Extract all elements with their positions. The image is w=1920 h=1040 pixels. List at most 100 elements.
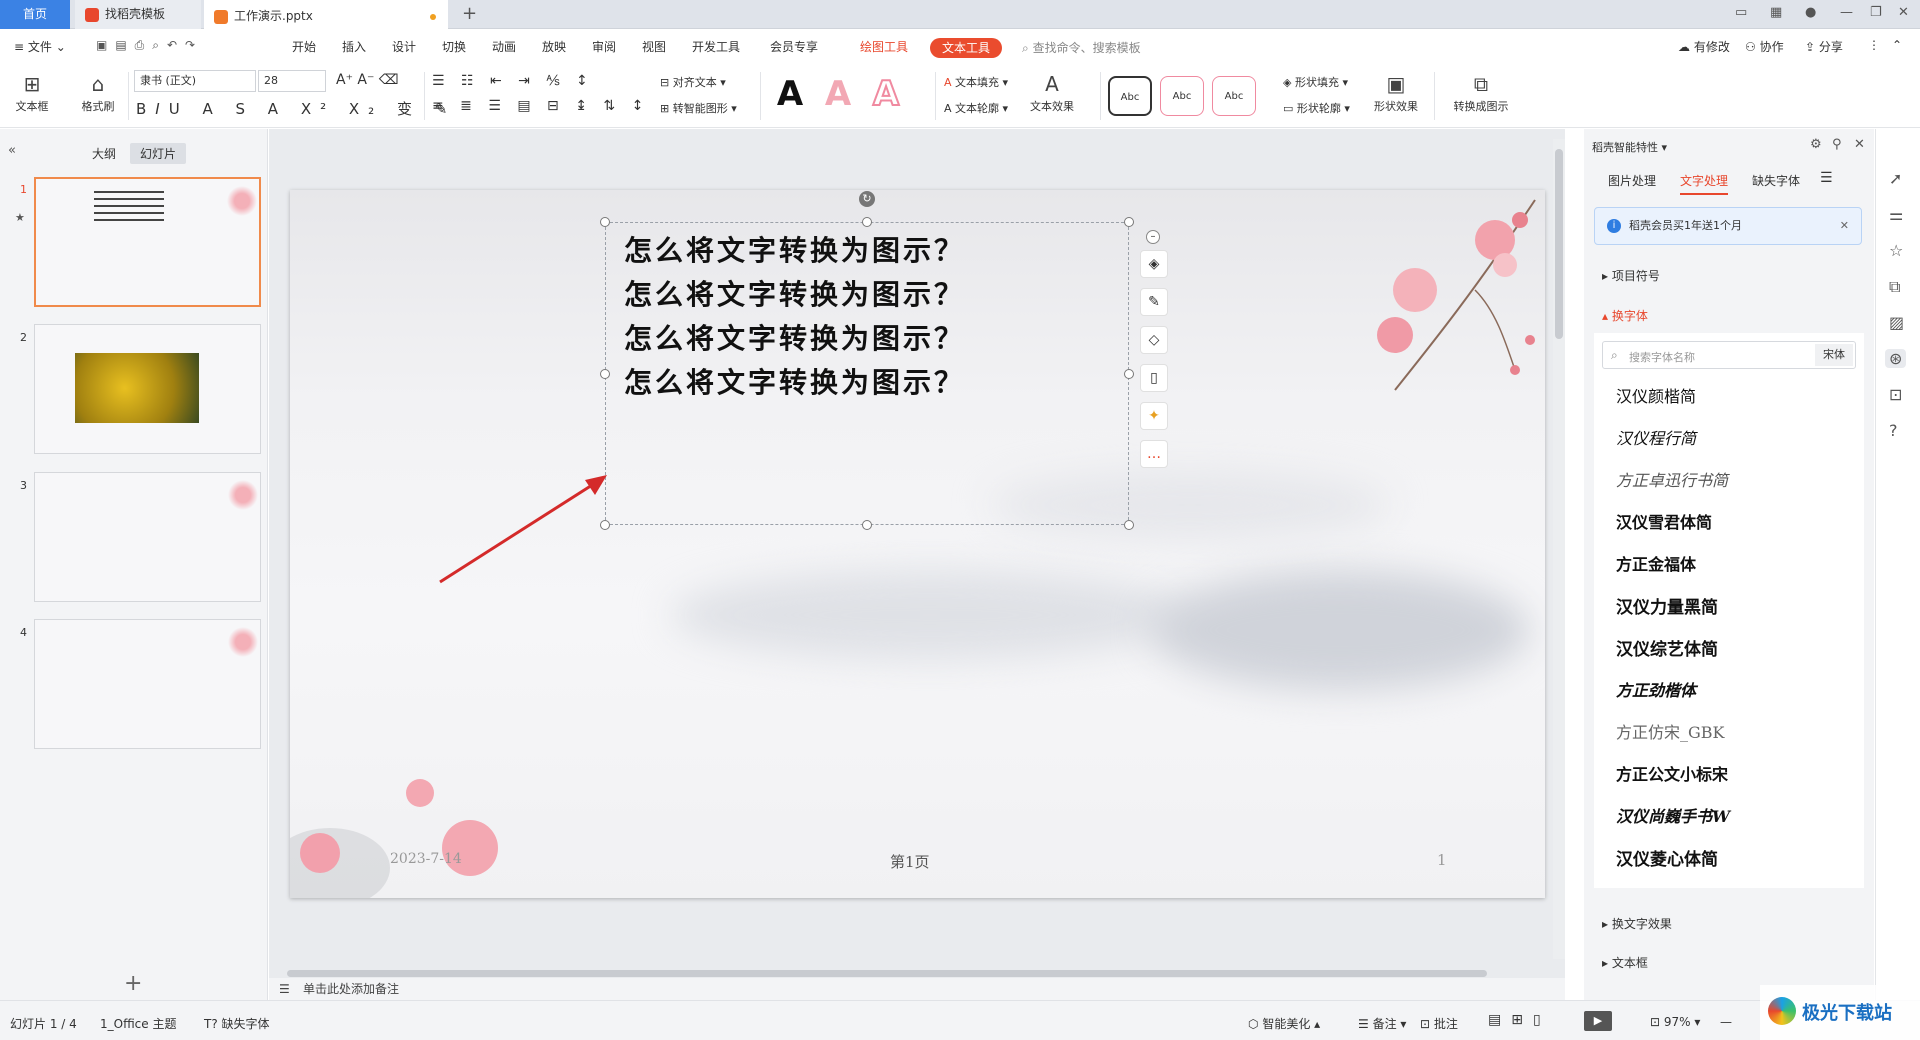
resize-handle[interactable] [600, 217, 610, 227]
font-name-select[interactable]: 隶书 (正文) [134, 70, 256, 92]
slide-thumbnail-2[interactable] [34, 324, 261, 454]
font-item[interactable]: 方正公文小标宋 [1616, 761, 1728, 785]
more-options-icon[interactable]: … [1140, 440, 1168, 468]
help-icon[interactable]: ? [1889, 421, 1898, 440]
menu-text-tools[interactable]: 文本工具 [930, 38, 1002, 58]
font-item[interactable]: 汉仪尚巍手书W [1616, 803, 1730, 827]
book-icon[interactable]: ⊡ [1889, 385, 1902, 404]
resize-handle[interactable] [600, 369, 610, 379]
comments-button[interactable]: ⊡ 批注 [1420, 1015, 1458, 1032]
tab-template[interactable]: 找稻壳模板 [75, 0, 201, 29]
collapse-pane-icon[interactable]: « [8, 143, 16, 158]
member-banner[interactable]: i 稻壳会员买1年送1个月 ✕ [1594, 207, 1862, 245]
missing-font-button[interactable]: T? 缺失字体 [204, 1015, 270, 1032]
minimize-icon[interactable]: — [1840, 5, 1853, 20]
shape-fill-button[interactable]: ◈ 形状填充 ▾ [1283, 74, 1348, 90]
slide-text-line[interactable]: 怎么将文字转换为图示？ [624, 273, 965, 313]
quick-access-icons[interactable]: ▣▤⎙⌕↶↷ [96, 38, 203, 53]
font-item[interactable]: 方正仿宋_GBK [1616, 719, 1725, 743]
theme-name[interactable]: 1_Office 主题 [100, 1015, 176, 1032]
pen-icon[interactable]: ✎ [1140, 288, 1168, 316]
close-banner-icon[interactable]: ✕ [1840, 208, 1849, 244]
menu-review[interactable]: 审阅 [592, 38, 616, 55]
smart-beautify-button[interactable]: ⬡ 智能美化 ▴ [1248, 1015, 1320, 1032]
command-search[interactable]: ⌕ 查找命令、搜索模板 [1022, 39, 1141, 56]
format-painter-button[interactable]: ⌂ 格式刷 [76, 70, 120, 114]
rotate-icon[interactable]: ↻ [859, 191, 875, 207]
font-search-tag[interactable]: 宋体 [1815, 344, 1853, 366]
menu-design[interactable]: 设计 [392, 38, 416, 55]
font-item[interactable]: 方正劲楷体 [1616, 677, 1696, 701]
share-button[interactable]: ⇪ 分享 [1805, 38, 1843, 55]
menu-file[interactable]: ≡ 文件 ⌄ [14, 38, 66, 55]
shape-style-1[interactable]: Abc [1108, 76, 1152, 116]
zoom-control[interactable]: ⊡ 97% ▾ [1650, 1015, 1700, 1029]
avatar[interactable]: ● [1805, 5, 1816, 20]
resize-handle[interactable] [862, 520, 872, 530]
pin-icon[interactable]: ⚲ [1832, 137, 1842, 152]
text-fill-button[interactable]: A 文本填充 ▾ [944, 74, 1008, 90]
layers-icon[interactable]: ◈ [1140, 250, 1168, 278]
settings-icon[interactable]: ⚙ [1810, 137, 1822, 152]
font-style-icons[interactable]: BIU A S A X² X₂ 变 ✎ [136, 98, 456, 119]
tab-file[interactable]: 工作演示.pptx [204, 0, 448, 29]
menu-icon[interactable]: ☰ [1820, 170, 1833, 186]
resize-handle[interactable] [1124, 520, 1134, 530]
copy-icon[interactable]: ⧉ [1889, 277, 1900, 297]
view-mode-icons[interactable]: ▤⊞▯ [1488, 1012, 1551, 1028]
text-box-selection[interactable]: 怎么将文字转换为图示？ 怎么将文字转换为图示？ 怎么将文字转换为图示？ 怎么将文… [605, 222, 1129, 525]
menu-developer[interactable]: 开发工具 [692, 38, 740, 55]
text-effect-button[interactable]: A 文本效果 [1030, 70, 1074, 114]
resize-handle[interactable] [862, 217, 872, 227]
font-search-input[interactable]: ⌕ 搜索字体名称 宋体 [1602, 341, 1856, 369]
align-text-button[interactable]: ⊟ 对齐文本 ▾ [660, 74, 726, 90]
section-change-font[interactable]: ▴ 换字体 [1602, 307, 1648, 324]
slide-canvas[interactable]: 怎么将文字转换为图示？ 怎么将文字转换为图示？ 怎么将文字转换为图示？ 怎么将文… [290, 190, 1545, 898]
slide-thumbnail-3[interactable] [34, 472, 261, 602]
list-icons[interactable]: ☰ ☷ ⇤ ⇥ ⅍ ↕ [432, 72, 594, 89]
shape-style-2[interactable]: Abc [1160, 76, 1204, 116]
menu-view[interactable]: 视图 [642, 38, 666, 55]
font-grow-icon[interactable]: A⁺ A⁻ ⌫ [336, 72, 399, 88]
font-size-select[interactable]: 28 [258, 70, 326, 92]
font-item[interactable]: 汉仪颜楷简 [1616, 383, 1696, 407]
smart-feature-icon[interactable]: ⊛ [1885, 349, 1907, 368]
textbox-button[interactable]: ⊞ 文本框 [10, 70, 54, 114]
grid-icon[interactable]: ▦ [1770, 5, 1782, 20]
font-item[interactable]: 汉仪力量黑简 [1616, 593, 1718, 618]
star-outline-icon[interactable]: ☆ [1889, 241, 1903, 260]
horizontal-scrollbar[interactable] [279, 968, 1529, 978]
wordart-style-outline[interactable]: A [864, 72, 908, 116]
font-item[interactable]: 汉仪程行简 [1616, 425, 1696, 449]
resize-handle[interactable] [1124, 369, 1134, 379]
tab-text-processing[interactable]: 文字处理 [1680, 172, 1729, 195]
notes-bar[interactable]: ☰ 单击此处添加备注 [269, 978, 1565, 1000]
slide-text-line[interactable]: 怎么将文字转换为图示？ [624, 229, 965, 269]
rocket-icon[interactable]: ➚ [1889, 169, 1902, 188]
resize-handle[interactable] [1124, 217, 1134, 227]
slide-text-line[interactable]: 怎么将文字转换为图示？ [624, 317, 965, 357]
section-bullets[interactable]: ▸ 项目符号 [1602, 267, 1660, 284]
slide-text-line[interactable]: 怎么将文字转换为图示？ [624, 361, 965, 401]
collapse-ribbon-icon[interactable]: ⌃ [1892, 38, 1902, 52]
tab-image-processing[interactable]: 图片处理 [1608, 172, 1656, 189]
image-icon[interactable]: ▨ [1889, 313, 1904, 332]
font-item[interactable]: 汉仪雪君体简 [1616, 509, 1712, 533]
section-text-effect[interactable]: ▸ 换文字效果 [1602, 915, 1672, 932]
menu-animation[interactable]: 动画 [492, 38, 516, 55]
tab-outline[interactable]: 大纲 [92, 145, 116, 162]
scrollbar-thumb[interactable] [1555, 149, 1563, 339]
menu-slideshow[interactable]: 放映 [542, 38, 566, 55]
idea-icon[interactable]: ✦ [1140, 402, 1168, 430]
smart-shape-button[interactable]: ⊞ 转智能图形 ▾ [660, 100, 737, 116]
collapse-toolbar-icon[interactable]: – [1146, 230, 1160, 244]
tab-home[interactable]: 首页 [0, 0, 70, 29]
shape-outline-button[interactable]: ▭ 形状轮廓 ▾ [1283, 100, 1350, 116]
text-outline-button[interactable]: A 文本轮廓 ▾ [944, 100, 1008, 116]
collaborate-button[interactable]: ⚇ 协作 [1745, 38, 1784, 55]
wordart-style-black[interactable]: A [768, 72, 812, 116]
fill-icon[interactable]: ◇ [1140, 326, 1168, 354]
play-button[interactable]: ▶ [1584, 1011, 1612, 1031]
align-icons[interactable]: ≡ ≣ ☰ ▤ ⊟ ↨ ⇅ ↕ [432, 98, 649, 114]
border-icon[interactable]: ▯ [1140, 364, 1168, 392]
